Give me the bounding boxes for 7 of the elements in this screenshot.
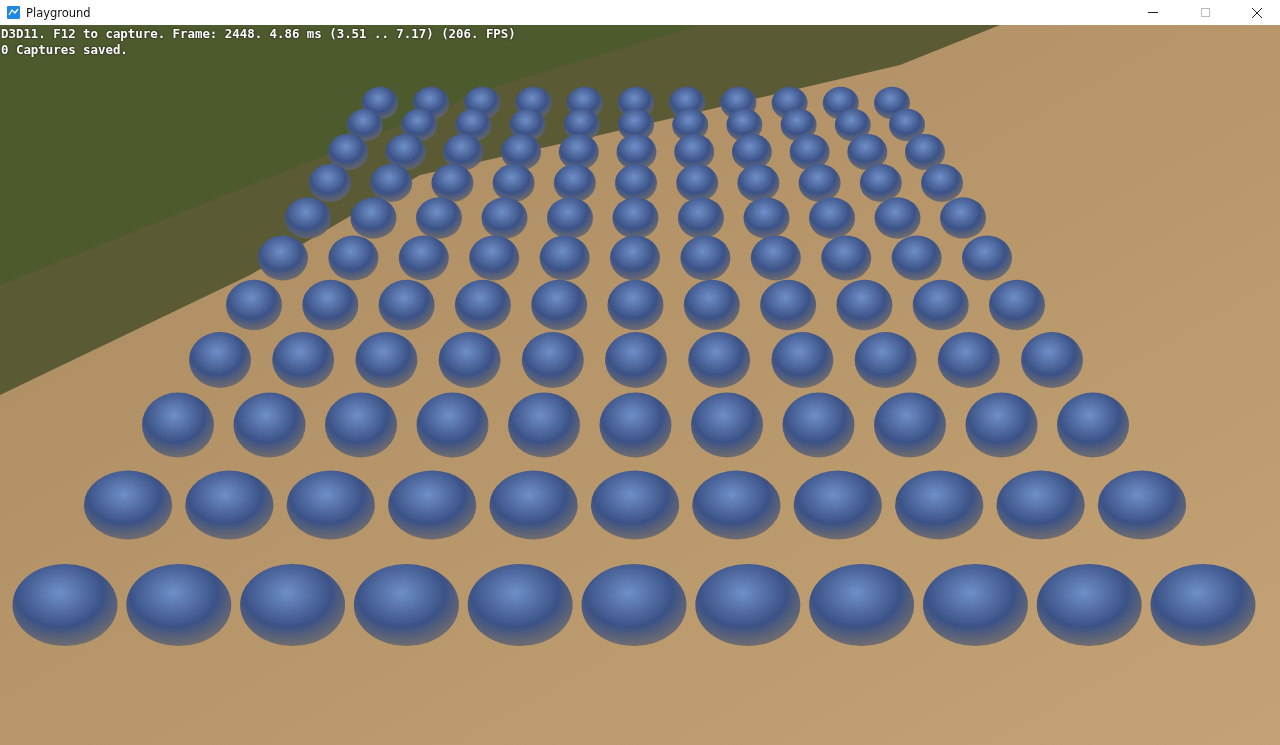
app-icon (7, 6, 20, 19)
close-icon (1252, 7, 1262, 18)
window-title: Playground (26, 5, 92, 20)
maximize-icon (1200, 8, 1210, 17)
overlay-text: D3D11. F12 to capture. Frame: 2448. 4.86 ms (3.51 .. 7.17) (206. FPS) (1, 26, 516, 42)
overlay-text: 0 Captures saved. (1, 42, 129, 58)
minimize-icon (1148, 12, 1158, 13)
